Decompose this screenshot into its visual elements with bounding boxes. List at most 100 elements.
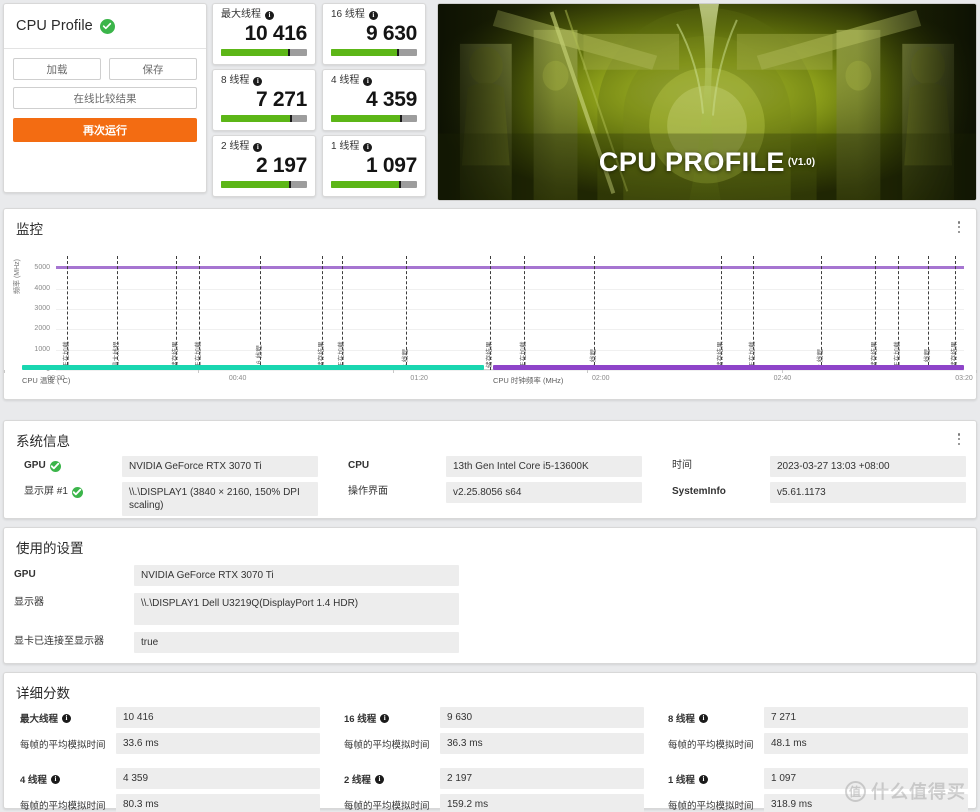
table-row: 时间 2023-03-27 13:03 +08:00: [662, 456, 966, 477]
chart-legend: CPU 温度 (°C) CPU 时钟频率 (MHz): [22, 365, 964, 391]
detailed-scores-title: 详细分数: [16, 686, 70, 701]
info-icon[interactable]: i: [62, 713, 72, 723]
score-card-label-text: 1 线程: [331, 141, 360, 152]
chart-event-marker: 储存结果: [951, 256, 958, 370]
result-page: CPU Profile 加载 保存 在线比较结果 再次运行 最大线程 i 10 41…: [0, 0, 980, 812]
kebab-menu-icon[interactable]: [952, 431, 966, 447]
chart-gridline: [56, 288, 964, 290]
save-button[interactable]: 保存: [109, 58, 197, 80]
row-label-text: 操作界面: [348, 486, 388, 497]
score-card-value: 9 630: [365, 22, 417, 45]
chart-event-label: 正在加载: [195, 341, 202, 368]
chart-plot-area: 正在加载 最大线程 储存结果 正在加载 16 线程 储存结果 正在加载 8 线程 储存结果 正在加…: [56, 256, 964, 371]
row-label: 2 线程 i: [336, 768, 440, 786]
check-badge-icon: [49, 460, 61, 472]
row-label-text: 最大线程: [20, 714, 59, 725]
chart-event-label: 储存结果: [871, 341, 879, 368]
info-icon[interactable]: i: [374, 774, 384, 784]
row-label: 每帧的平均模拟时间: [20, 740, 106, 751]
info-icon[interactable]: i: [50, 774, 60, 784]
row-label-text: 1 线程: [668, 775, 695, 786]
table-row: CPU 13th Gen Intel Core i5-13600K: [338, 456, 642, 477]
legend-color-clock: [493, 365, 964, 370]
info-icon[interactable]: i: [363, 76, 373, 86]
score-value: 2 197: [440, 768, 644, 789]
chart-event-label: 正在加载: [894, 341, 902, 368]
row-label: 时间: [662, 456, 770, 472]
info-icon[interactable]: i: [265, 10, 274, 20]
table-row: 显示器 \\.\DISPLAY1 Dell U3219Q(DisplayPort …: [4, 593, 490, 625]
row-label: 1 线程 i: [660, 768, 764, 786]
row-label-text: 16 线程: [344, 714, 377, 725]
score-value: 10 416: [116, 707, 320, 728]
load-button[interactable]: 加载: [13, 58, 101, 80]
legend-color-temperature: [22, 365, 484, 370]
info-icon[interactable]: i: [368, 10, 378, 20]
score-card-progress: [221, 49, 307, 56]
table-row: 每帧的平均模拟时间 33.6 ms: [12, 733, 320, 754]
table-row: 1 线程 i 1 097: [660, 768, 968, 789]
info-icon[interactable]: i: [253, 76, 263, 86]
info-icon[interactable]: i: [363, 142, 373, 152]
legend-item-clock: CPU 时钟频率 (MHz): [493, 365, 964, 386]
chart-y-tick: 4000: [34, 284, 50, 292]
score-value: 4 359: [116, 768, 320, 789]
chart-event-marker: 4 线程: [590, 256, 597, 370]
legend-label-clock: CPU 时钟频率 (MHz): [493, 376, 564, 385]
chart-event-marker: 储存结果: [871, 256, 878, 370]
hero-title-wrap: CPU PROFILE (V1.0): [438, 147, 976, 178]
row-label-text: 2 线程: [344, 775, 371, 786]
chart-y-axis-label: 频率 (MHz): [14, 259, 21, 294]
info-icon[interactable]: i: [380, 713, 390, 723]
frametime-value: 80.3 ms: [116, 794, 320, 812]
system-info-panel: 系统信息 GPU NVIDIA GeForce RTX 3070 Ti 显示屏 #1…: [3, 420, 977, 519]
score-card-label-text: 4 线程: [331, 75, 360, 86]
run-again-button[interactable]: 再次运行: [13, 118, 197, 142]
chart-event-marker: 正在加载: [894, 256, 901, 370]
settings-panel: 使用的设置 GPU NVIDIA GeForce RTX 3070 Ti 显示器 \\…: [3, 527, 977, 664]
chart-event-label: 储存结果: [485, 341, 493, 368]
chart-event-label: 正在加载: [519, 341, 527, 368]
row-label: 操作界面: [338, 482, 446, 498]
info-icon[interactable]: i: [698, 774, 708, 784]
compare-online-button[interactable]: 在线比较结果: [13, 87, 197, 109]
chart-x-tickmark: [4, 370, 5, 373]
score-detail-block: 2 线程 i 2 197 每帧的平均模拟时间 159.2 ms: [336, 768, 644, 812]
info-icon[interactable]: i: [698, 713, 708, 723]
row-value: NVIDIA GeForce RTX 3070 Ti: [134, 565, 459, 586]
detailed-scores-grid: 最大线程 i 10 416 每帧的平均模拟时间 33.6 ms 4 线程 i 4 359 每帧的…: [4, 702, 976, 812]
info-icon[interactable]: i: [253, 142, 263, 152]
row-label: 16 线程 i: [336, 707, 440, 725]
table-row: 每帧的平均模拟时间 159.2 ms: [336, 794, 644, 812]
chart-event-label: 储存结果: [172, 341, 180, 368]
kebab-menu-icon[interactable]: [952, 219, 966, 235]
row-label: SystemInfo: [662, 482, 770, 498]
row-label: 显卡已连接至显示器: [14, 636, 104, 647]
chart-x-tickmark: [976, 370, 977, 373]
chart-event-label: 储存结果: [717, 341, 725, 368]
row-label: GPU: [14, 456, 122, 472]
frametime-value: 159.2 ms: [440, 794, 644, 812]
score-card-label: 8 线程 i: [221, 75, 307, 87]
profile-actions: 加载 保存 在线比较结果 再次运行: [4, 49, 206, 142]
chart-event-marker: 储存结果: [172, 256, 179, 370]
score-value: 7 271: [764, 707, 968, 728]
detailed-scores-panel: 详细分数 最大线程 i 10 416 每帧的平均模拟时间 33.6 ms 4 线程 i 4 3…: [3, 672, 977, 812]
scores-column: 最大线程 i 10 416 每帧的平均模拟时间 33.6 ms 4 线程 i 4 359 每帧的…: [4, 707, 328, 812]
row-label: 每帧的平均模拟时间: [668, 801, 754, 812]
frametime-value: 48.1 ms: [764, 733, 968, 754]
table-row: 4 线程 i 4 359: [12, 768, 320, 789]
system-info-column: CPU 13th Gen Intel Core i5-13600K 操作界面 v2.2…: [328, 456, 652, 521]
row-label-text: CPU: [348, 460, 370, 471]
table-row: 最大线程 i 10 416: [12, 707, 320, 728]
row-label: 每帧的平均模拟时间: [668, 740, 754, 751]
chart-y-tick: 2000: [34, 325, 50, 333]
system-info-column: GPU NVIDIA GeForce RTX 3070 Ti 显示屏 #1 \\.\D…: [4, 456, 328, 521]
score-detail-block: 1 线程 i 1 097 每帧的平均模拟时间 318.9 ms: [660, 768, 968, 812]
row-label: 每帧的平均模拟时间: [344, 801, 430, 812]
profile-header: CPU Profile: [4, 4, 206, 49]
row-value: true: [134, 632, 459, 653]
